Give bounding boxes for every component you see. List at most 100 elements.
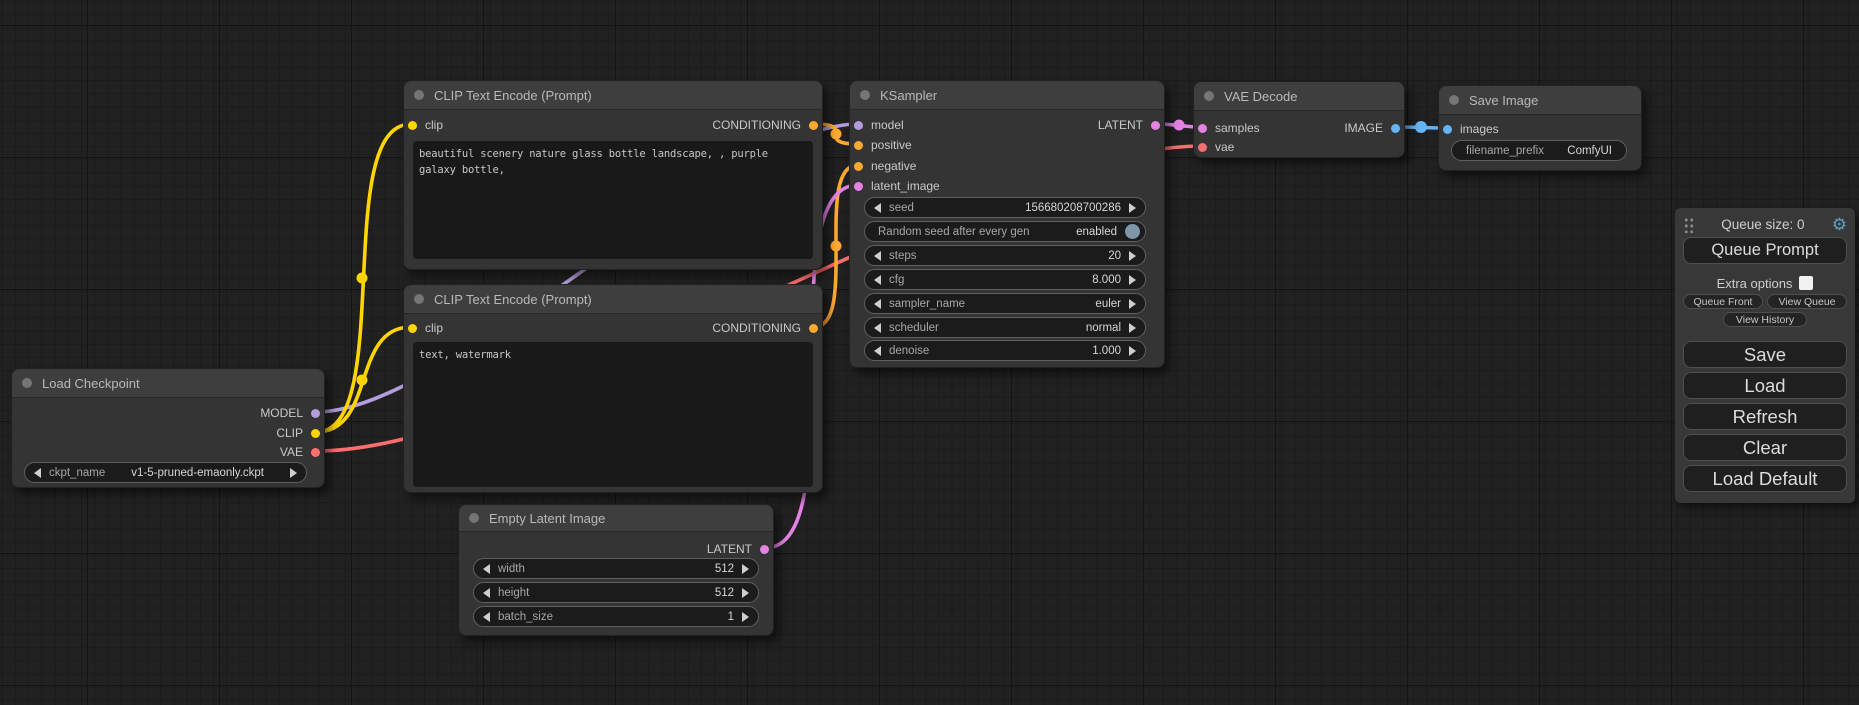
decrement-arrow-icon[interactable] — [874, 346, 881, 356]
collapse-dot-icon[interactable] — [414, 294, 424, 304]
collapse-dot-icon[interactable] — [1204, 91, 1214, 101]
node-clip-text-encode-negative[interactable]: CLIP Text Encode (Prompt) clip CONDITION… — [403, 284, 823, 493]
node-titlebar[interactable]: Save Image — [1439, 86, 1641, 115]
collapse-dot-icon[interactable] — [860, 90, 870, 100]
sampler-name-combo[interactable]: sampler_name euler — [864, 293, 1146, 314]
decrement-arrow-icon[interactable] — [874, 203, 881, 213]
queue-front-button[interactable]: Queue Front — [1683, 294, 1763, 309]
port-images-input[interactable] — [1443, 125, 1452, 134]
scheduler-combo[interactable]: scheduler normal — [864, 317, 1146, 338]
port-model-output[interactable] — [311, 409, 320, 418]
cfg-widget[interactable]: cfg 8.000 — [864, 269, 1146, 290]
refresh-button[interactable]: Refresh — [1683, 403, 1847, 430]
filename-prefix-widget[interactable]: filename_prefix ComfyUI — [1451, 140, 1627, 161]
save-button[interactable]: Save — [1683, 341, 1847, 368]
view-queue-button[interactable]: View Queue — [1767, 294, 1847, 309]
node-vae-decode[interactable]: VAE Decode samples IMAGE vae — [1193, 81, 1405, 158]
collapse-dot-icon[interactable] — [1449, 95, 1459, 105]
widget-label: height — [498, 587, 529, 599]
port-clip-input[interactable] — [408, 121, 417, 130]
prompt-textarea[interactable]: beautiful scenery nature glass bottle la… — [413, 141, 813, 259]
port-image-output[interactable] — [1391, 124, 1400, 133]
port-conditioning-output[interactable] — [809, 121, 818, 130]
widget-value: v1-5-pruned-emaonly.ckpt — [113, 467, 282, 479]
decrement-arrow-icon[interactable] — [483, 588, 490, 598]
node-ksampler[interactable]: KSampler model LATENT positive negative … — [849, 80, 1165, 368]
increment-arrow-icon[interactable] — [742, 588, 749, 598]
link-midpoint-dot[interactable] — [357, 375, 368, 386]
link-midpoint-dot[interactable] — [1174, 120, 1185, 131]
node-titlebar[interactable]: Load Checkpoint — [12, 369, 324, 398]
port-model-input[interactable] — [854, 121, 863, 130]
width-widget[interactable]: width 512 — [473, 558, 759, 579]
increment-arrow-icon[interactable] — [1129, 203, 1136, 213]
increment-arrow-icon[interactable] — [1129, 323, 1136, 333]
decrement-arrow-icon[interactable] — [874, 251, 881, 261]
load-default-button[interactable]: Load Default — [1683, 465, 1847, 492]
link-midpoint-dot[interactable] — [831, 241, 842, 252]
collapse-dot-icon[interactable] — [22, 378, 32, 388]
decrement-arrow-icon[interactable] — [34, 468, 41, 478]
decrement-arrow-icon[interactable] — [874, 275, 881, 285]
gear-icon[interactable]: ⚙ — [1832, 216, 1847, 233]
decrement-arrow-icon[interactable] — [483, 612, 490, 622]
collapse-dot-icon[interactable] — [469, 513, 479, 523]
increment-arrow-icon[interactable] — [290, 468, 297, 478]
input-label: model — [871, 118, 904, 132]
toggle-dot-icon[interactable] — [1125, 224, 1140, 239]
port-latent-output[interactable] — [760, 545, 769, 554]
height-widget[interactable]: height 512 — [473, 582, 759, 603]
steps-widget[interactable]: steps 20 — [864, 245, 1146, 266]
view-history-button[interactable]: View History — [1723, 312, 1807, 327]
increment-arrow-icon[interactable] — [742, 612, 749, 622]
port-clip-input[interactable] — [408, 324, 417, 333]
decrement-arrow-icon[interactable] — [874, 299, 881, 309]
increment-arrow-icon[interactable] — [742, 564, 749, 574]
port-latent-image-input[interactable] — [854, 182, 863, 191]
node-graph-canvas[interactable]: Load Checkpoint MODEL CLIP VAE ckpt_name… — [0, 0, 1859, 705]
clear-button[interactable]: Clear — [1683, 434, 1847, 461]
batch-size-widget[interactable]: batch_size 1 — [473, 606, 759, 627]
drag-handle-icon[interactable] — [1683, 216, 1694, 233]
link-midpoint-dot[interactable] — [831, 129, 842, 140]
random-seed-toggle[interactable]: Random seed after every gen enabled — [864, 221, 1146, 242]
link-midpoint-dot[interactable] — [357, 273, 368, 284]
port-conditioning-output[interactable] — [809, 324, 818, 333]
port-vae-input[interactable] — [1198, 143, 1207, 152]
load-button[interactable]: Load — [1683, 372, 1847, 399]
decrement-arrow-icon[interactable] — [483, 564, 490, 574]
prompt-textarea[interactable]: text, watermark — [413, 342, 813, 487]
node-title: CLIP Text Encode (Prompt) — [434, 292, 592, 307]
node-titlebar[interactable]: CLIP Text Encode (Prompt) — [404, 285, 822, 314]
node-titlebar[interactable]: CLIP Text Encode (Prompt) — [404, 81, 822, 110]
node-titlebar[interactable]: Empty Latent Image — [459, 505, 773, 532]
input-label: positive — [871, 138, 912, 152]
collapse-dot-icon[interactable] — [414, 90, 424, 100]
node-titlebar[interactable]: VAE Decode — [1194, 82, 1404, 111]
node-save-image[interactable]: Save Image images filename_prefix ComfyU… — [1438, 85, 1642, 171]
decrement-arrow-icon[interactable] — [874, 323, 881, 333]
queue-prompt-button[interactable]: Queue Prompt — [1683, 237, 1847, 264]
increment-arrow-icon[interactable] — [1129, 275, 1136, 285]
widget-value: enabled — [1076, 226, 1117, 238]
port-vae-output[interactable] — [311, 448, 320, 457]
output-label: CONDITIONING — [712, 321, 801, 335]
node-load-checkpoint[interactable]: Load Checkpoint MODEL CLIP VAE ckpt_name… — [11, 368, 325, 488]
node-empty-latent-image[interactable]: Empty Latent Image LATENT width 512 heig… — [458, 504, 774, 636]
increment-arrow-icon[interactable] — [1129, 251, 1136, 261]
extra-options-checkbox[interactable] — [1799, 276, 1813, 290]
increment-arrow-icon[interactable] — [1129, 346, 1136, 356]
node-titlebar[interactable]: KSampler — [850, 81, 1164, 110]
denoise-widget[interactable]: denoise 1.000 — [864, 340, 1146, 361]
input-row: positive — [850, 135, 1164, 155]
node-clip-text-encode-positive[interactable]: CLIP Text Encode (Prompt) clip CONDITION… — [403, 80, 823, 270]
port-positive-input[interactable] — [854, 141, 863, 150]
increment-arrow-icon[interactable] — [1129, 299, 1136, 309]
port-latent-output[interactable] — [1151, 121, 1160, 130]
seed-widget[interactable]: seed 156680208700286 — [864, 197, 1146, 218]
ckpt-name-combo[interactable]: ckpt_name v1-5-pruned-emaonly.ckpt — [24, 462, 307, 483]
port-clip-output[interactable] — [311, 429, 320, 438]
port-negative-input[interactable] — [854, 162, 863, 171]
port-samples-input[interactable] — [1198, 124, 1207, 133]
link-midpoint-dot[interactable] — [1415, 121, 1427, 133]
